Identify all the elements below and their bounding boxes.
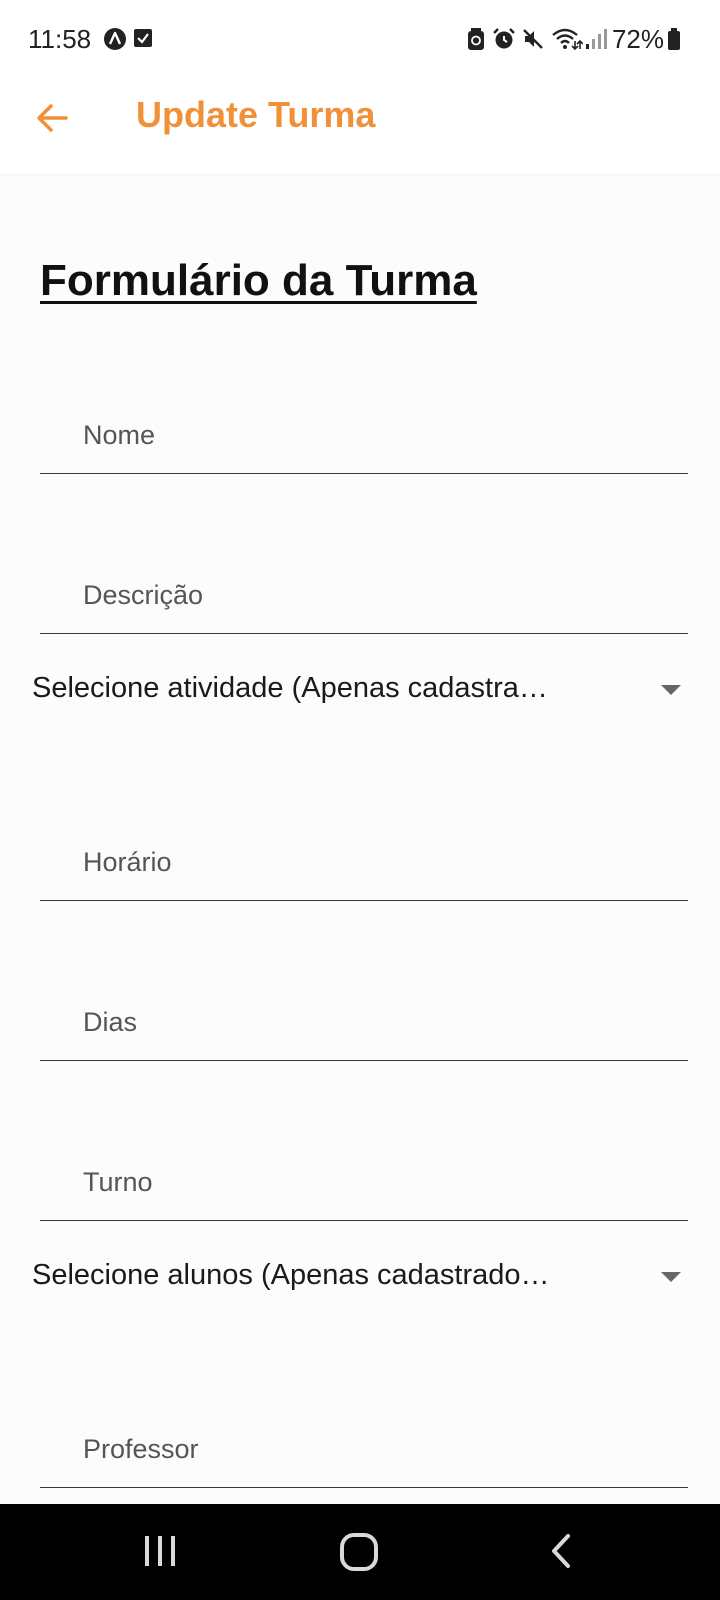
- form-title: Formulário da Turma: [40, 256, 477, 305]
- back-button[interactable]: [30, 96, 74, 140]
- chevron-down-icon: [661, 1272, 681, 1282]
- system-nav-bar: [0, 1504, 720, 1600]
- professor-label: Professor: [83, 1434, 199, 1464]
- horario-field[interactable]: Horário: [40, 809, 688, 901]
- professor-field[interactable]: Professor: [40, 1396, 688, 1488]
- descricao-field[interactable]: Descrição: [40, 542, 688, 634]
- descricao-label: Descrição: [83, 580, 204, 610]
- battery-icon: [668, 28, 680, 50]
- turno-field[interactable]: Turno: [40, 1129, 688, 1221]
- app-bar: Update Turma: [0, 80, 720, 174]
- battery-percent: 72%: [611, 24, 664, 54]
- status-bar: 11:58 72%: [0, 0, 720, 80]
- dias-field[interactable]: Dias: [40, 969, 688, 1061]
- checkbox-icon: [134, 29, 152, 47]
- page-title: Update Turma: [136, 94, 376, 135]
- alunos-dropdown[interactable]: Selecione alunos (Apenas cadastrado…: [0, 1242, 720, 1312]
- nome-field[interactable]: Nome: [40, 382, 688, 474]
- alarm-icon: [493, 28, 515, 49]
- atividade-dropdown-label: Selecione atividade (Apenas cadastra…: [32, 672, 548, 704]
- mute-icon: [523, 29, 543, 49]
- atividade-dropdown[interactable]: Selecione atividade (Apenas cadastra…: [0, 655, 720, 725]
- recents-icon[interactable]: [142, 1530, 178, 1574]
- turno-label: Turno: [83, 1167, 153, 1197]
- wifi-icon: [552, 28, 583, 51]
- battery-saver-icon: [468, 28, 484, 50]
- alunos-dropdown-label: Selecione alunos (Apenas cadastrado…: [32, 1259, 550, 1291]
- back-icon[interactable]: [548, 1530, 580, 1574]
- dias-label: Dias: [83, 1007, 138, 1037]
- signal-icon: [586, 29, 607, 49]
- status-time: 11:58: [28, 24, 92, 54]
- nome-label: Nome: [83, 420, 156, 450]
- horario-label: Horário: [83, 847, 172, 877]
- home-icon[interactable]: [338, 1530, 382, 1574]
- screen: 11:58 72% Update Turma Formulário da Tur…: [0, 0, 720, 1600]
- arrow-back-icon: [37, 104, 68, 132]
- chevron-down-icon: [661, 685, 681, 695]
- app-a-icon: [104, 28, 126, 50]
